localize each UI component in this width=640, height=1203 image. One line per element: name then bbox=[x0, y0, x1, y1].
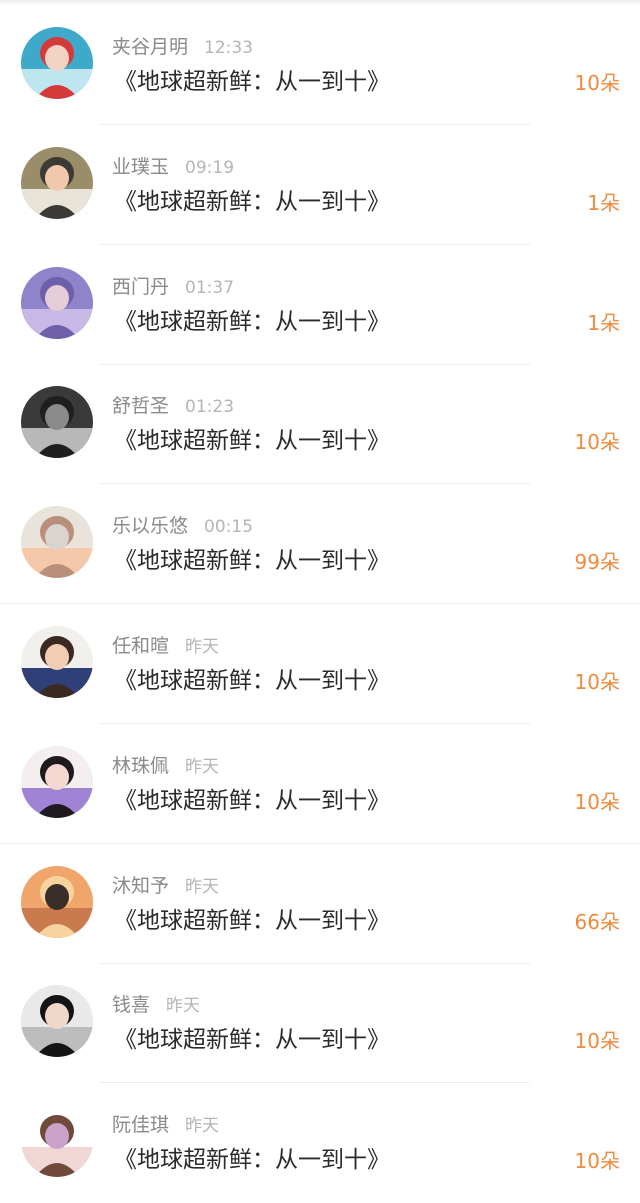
list-item[interactable]: 舒哲圣 01:23 《地球超新鲜：从一到十》 10朵 bbox=[0, 364, 640, 485]
gift-amount: 1朵 bbox=[587, 310, 620, 335]
user-photo-icon bbox=[21, 266, 93, 339]
avatar[interactable] bbox=[21, 266, 93, 339]
gift-amount: 10朵 bbox=[574, 430, 620, 455]
list-item[interactable]: 钱喜 昨天 《地球超新鲜：从一到十》 10朵 bbox=[0, 963, 640, 1084]
sender-info: 舒哲圣 01:23 bbox=[112, 393, 234, 419]
user-photo-icon bbox=[21, 745, 93, 818]
send-time: 昨天 bbox=[185, 1116, 220, 1137]
send-time: 昨天 bbox=[166, 996, 201, 1017]
book-title: 《地球超新鲜：从一到十》 bbox=[114, 787, 390, 814]
list-item[interactable]: 任和暄 昨天 《地球超新鲜：从一到十》 10朵 bbox=[0, 604, 640, 724]
book-title: 《地球超新鲜：从一到十》 bbox=[114, 548, 390, 575]
sender-info: 西门丹 01:37 bbox=[112, 274, 234, 300]
sender-name: 夹谷月明 bbox=[112, 36, 189, 58]
avatar[interactable] bbox=[21, 745, 93, 818]
book-title: 《地球超新鲜：从一到十》 bbox=[114, 667, 390, 694]
sender-info: 乐以乐悠 00:15 bbox=[112, 513, 253, 539]
sender-name: 业璞玉 bbox=[112, 155, 170, 178]
avatar[interactable] bbox=[21, 985, 93, 1058]
list-item[interactable]: 阮佳琪 昨天 《地球超新鲜：从一到十》 10朵 bbox=[0, 1083, 640, 1203]
sender-info: 林珠佩 昨天 bbox=[112, 753, 219, 779]
send-time: 01:37 bbox=[185, 277, 235, 298]
user-photo-icon bbox=[21, 506, 93, 579]
book-title: 《地球超新鲜：从一到十》 bbox=[114, 428, 390, 455]
user-photo-icon bbox=[21, 27, 93, 99]
send-time: 昨天 bbox=[185, 876, 220, 897]
book-title: 《地球超新鲜：从一到十》 bbox=[114, 1147, 390, 1174]
gift-amount: 66朵 bbox=[574, 909, 620, 934]
list-item[interactable]: 林珠佩 昨天 《地球超新鲜：从一到十》 10朵 bbox=[0, 724, 640, 844]
send-time: 12:33 bbox=[204, 38, 254, 58]
list-item[interactable]: 乐以乐悠 00:15 《地球超新鲜：从一到十》 99朵 bbox=[0, 484, 640, 605]
sender-name: 沐知予 bbox=[112, 874, 170, 897]
sender-name: 钱喜 bbox=[112, 994, 151, 1017]
sender-name: 舒哲圣 bbox=[112, 395, 170, 418]
avatar[interactable] bbox=[21, 506, 93, 579]
gift-amount: 10朵 bbox=[574, 1029, 620, 1054]
send-time: 01:23 bbox=[185, 397, 235, 418]
list-item[interactable]: 沐知予 昨天 《地球超新鲜：从一到十》 66朵 bbox=[0, 844, 640, 964]
gift-amount: 1朵 bbox=[587, 190, 620, 215]
gift-amount: 99朵 bbox=[574, 550, 620, 575]
sender-name: 阮佳琪 bbox=[112, 1114, 170, 1137]
list-item[interactable]: 业璞玉 09:19 《地球超新鲜：从一到十》 1朵 bbox=[0, 125, 640, 245]
sender-name: 西门丹 bbox=[112, 275, 170, 298]
user-photo-icon bbox=[21, 386, 93, 459]
gift-amount: 10朵 bbox=[574, 1149, 620, 1174]
sender-info: 阮佳琪 昨天 bbox=[112, 1112, 219, 1138]
avatar[interactable] bbox=[21, 1105, 93, 1178]
avatar[interactable] bbox=[21, 27, 93, 99]
gift-amount: 10朵 bbox=[574, 71, 620, 95]
gift-amount: 10朵 bbox=[574, 669, 620, 694]
avatar[interactable] bbox=[21, 386, 93, 459]
send-time: 昨天 bbox=[185, 756, 220, 777]
sender-name: 林珠佩 bbox=[112, 754, 170, 777]
book-title: 《地球超新鲜：从一到十》 bbox=[114, 308, 390, 335]
send-time: 09:19 bbox=[185, 157, 235, 178]
sender-info: 沐知予 昨天 bbox=[112, 873, 219, 899]
book-title: 《地球超新鲜：从一到十》 bbox=[114, 69, 390, 95]
user-photo-icon bbox=[21, 865, 93, 938]
user-photo-icon bbox=[21, 146, 93, 219]
user-photo-icon bbox=[21, 1105, 93, 1178]
send-time: 00:15 bbox=[204, 517, 254, 538]
sender-info: 任和暄 昨天 bbox=[112, 633, 219, 659]
user-photo-icon bbox=[21, 985, 93, 1058]
list-item[interactable]: 西门丹 01:37 《地球超新鲜：从一到十》 1朵 bbox=[0, 245, 640, 365]
list-item[interactable]: 夹谷月明 12:33 《地球超新鲜：从一到十》 10朵 bbox=[0, 5, 640, 125]
sender-name: 乐以乐悠 bbox=[112, 515, 189, 538]
book-title: 《地球超新鲜：从一到十》 bbox=[114, 188, 390, 215]
avatar[interactable] bbox=[21, 625, 93, 698]
book-title: 《地球超新鲜：从一到十》 bbox=[114, 907, 390, 934]
sender-info: 业璞玉 09:19 bbox=[112, 154, 234, 180]
avatar[interactable] bbox=[21, 146, 93, 219]
user-photo-icon bbox=[21, 625, 93, 698]
gift-list: 夹谷月明 12:33 《地球超新鲜：从一到十》 10朵 业璞玉 09:19 《地球超… bbox=[0, 5, 640, 1203]
sender-info: 钱喜 昨天 bbox=[112, 992, 200, 1018]
sender-info: 夹谷月明 12:33 bbox=[112, 34, 253, 60]
avatar[interactable] bbox=[21, 865, 93, 938]
book-title: 《地球超新鲜：从一到十》 bbox=[114, 1027, 390, 1054]
sender-name: 任和暄 bbox=[112, 634, 170, 657]
gift-amount: 10朵 bbox=[574, 789, 620, 814]
send-time: 昨天 bbox=[185, 636, 220, 657]
